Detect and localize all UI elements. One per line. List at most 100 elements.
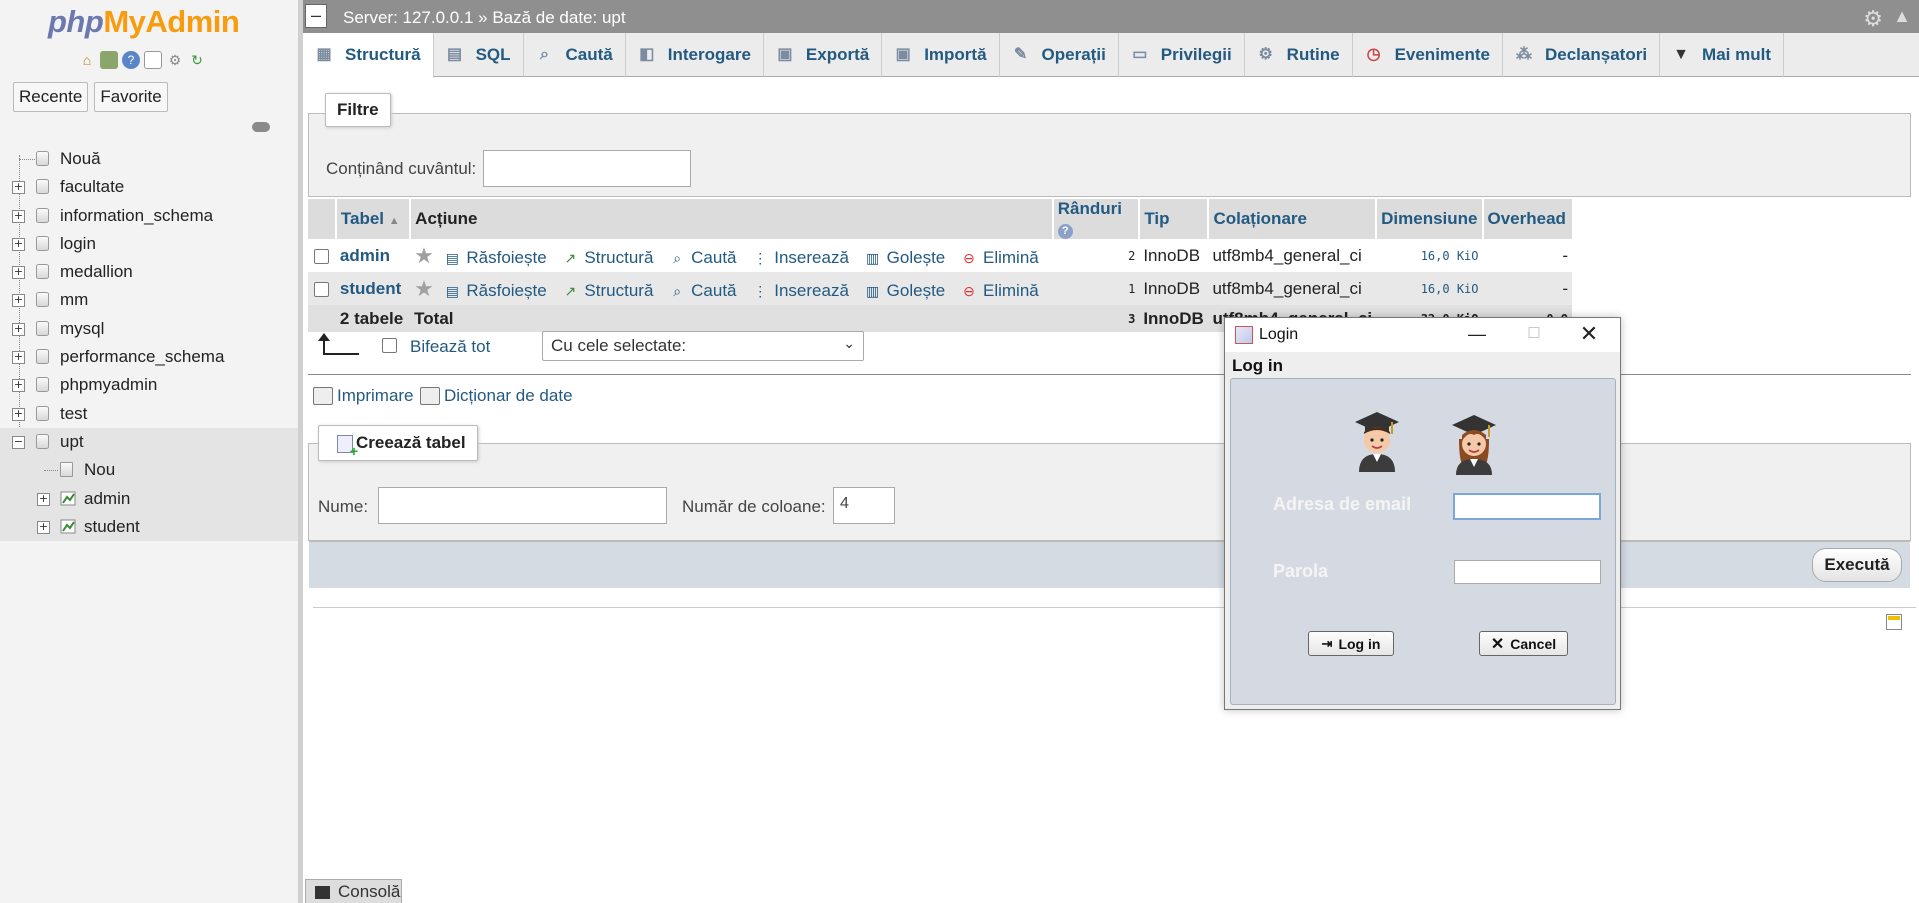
collapse-nav-button[interactable]: – [305, 4, 327, 28]
database-label[interactable]: upt [60, 432, 84, 452]
browse-action[interactable]: ▤ Răsfoiește [443, 248, 547, 268]
help-icon[interactable]: ? [1057, 224, 1073, 239]
tab-operations[interactable]: ✎ Operații [1000, 33, 1119, 77]
breadcrumb[interactable]: Server: 127.0.0.1 » Bază de date: upt [343, 8, 626, 28]
drop-action[interactable]: ⊖ Elimină [960, 281, 1039, 301]
collapse-icon[interactable]: − [12, 435, 25, 449]
table-label[interactable]: student [84, 517, 140, 537]
tree-item-database[interactable]: + login [0, 230, 298, 258]
col-rows-header[interactable]: Rânduri ? [1052, 199, 1141, 239]
sidebar-resizer[interactable] [298, 0, 303, 903]
col-collation-header[interactable]: Colaționare [1208, 199, 1378, 239]
tab-import[interactable]: ▣ Importă [882, 33, 1000, 77]
login-button[interactable]: ⇥ Log in [1308, 631, 1394, 656]
email-field[interactable] [1453, 493, 1601, 520]
row-checkbox[interactable] [314, 248, 330, 264]
tree-item-new-table[interactable]: Nou [0, 456, 298, 485]
tree-item-new-db[interactable]: Nouă [0, 145, 298, 173]
database-label[interactable]: mysql [60, 319, 104, 339]
recent-tab[interactable]: Recente [13, 82, 89, 112]
favorites-tab[interactable]: Favorite [94, 82, 168, 112]
tree-item-table[interactable]: + student [0, 512, 298, 542]
expand-icon[interactable]: + [12, 322, 25, 336]
search-action[interactable]: ⌕ Caută [668, 281, 736, 301]
tab-export[interactable]: ▣ Exportă [764, 33, 883, 77]
docs-icon[interactable] [144, 51, 162, 69]
home-icon[interactable]: ⌂ [78, 51, 96, 69]
tree-item-database[interactable]: + information_schema [0, 202, 298, 230]
tab-triggers[interactable]: ⁂ Declanșatori [1503, 33, 1661, 77]
check-all-label[interactable]: Bifează tot [410, 337, 490, 357]
logout-icon[interactable] [100, 51, 118, 69]
settings-gear-icon[interactable]: ⚙ [1863, 6, 1883, 32]
database-label[interactable]: information_schema [60, 206, 213, 226]
help-icon[interactable]: ? [122, 51, 140, 69]
tab-search[interactable]: ⌕ Caută [524, 33, 626, 77]
expand-icon[interactable]: + [12, 379, 25, 393]
tree-item-database[interactable]: + phpmyadmin [0, 371, 298, 399]
database-label[interactable]: medallion [60, 262, 133, 282]
empty-action[interactable]: ▥ Golește [864, 281, 945, 301]
expand-icon[interactable]: + [12, 351, 25, 365]
expand-icon[interactable]: + [37, 492, 50, 506]
size-cell[interactable]: 16,0 KiO [1376, 272, 1483, 305]
execute-button[interactable]: Execută [1812, 548, 1902, 582]
reload-icon[interactable]: ↻ [188, 51, 206, 69]
with-selected-dropdown[interactable]: Cu cele selectate: ⌄ [542, 331, 864, 361]
favorite-star-icon[interactable]: ★ [414, 243, 434, 268]
password-field[interactable] [1454, 560, 1601, 584]
expand-icon[interactable]: + [12, 181, 25, 195]
scroll-top-icon[interactable]: ▲ [1893, 6, 1911, 27]
close-icon[interactable]: ✕ [1577, 322, 1601, 346]
table-label[interactable]: admin [84, 489, 130, 509]
tab-privileges[interactable]: ▭ Privilegii [1119, 33, 1245, 77]
dialog-titlebar[interactable]: Login — ☐ ✕ [1225, 318, 1620, 352]
favorite-star-icon[interactable]: ★ [414, 276, 434, 301]
tree-item-database[interactable]: + performance_schema [0, 343, 298, 371]
console-toggle[interactable]: Consolă [305, 879, 402, 903]
table-name-link[interactable]: admin [340, 246, 390, 265]
columns-count-input[interactable]: 4 [833, 487, 895, 524]
size-cell[interactable]: 16,0 KiO [1376, 239, 1482, 272]
tree-item-database[interactable]: + mysql [0, 315, 298, 343]
table-name-input[interactable] [378, 487, 667, 524]
database-label[interactable]: mm [60, 290, 88, 310]
expand-icon[interactable]: + [12, 209, 25, 223]
insert-action[interactable]: ⋮ Inserează [751, 281, 849, 301]
expand-icon[interactable]: + [12, 237, 25, 251]
search-action[interactable]: ⌕ Caută [668, 248, 736, 268]
col-type-header[interactable]: Tip [1139, 199, 1210, 239]
settings-icon[interactable]: ⚙ [166, 51, 184, 69]
expand-icon[interactable]: + [12, 266, 25, 280]
table-name-link[interactable]: student [340, 279, 401, 298]
drop-action[interactable]: ⊖ Elimină [960, 248, 1039, 268]
expand-icon[interactable]: + [12, 294, 25, 308]
tab-structure[interactable]: ▦ Structură [303, 33, 434, 78]
tree-label-new[interactable]: Nouă [60, 149, 101, 169]
tab-events[interactable]: ◷ Evenimente [1353, 33, 1503, 77]
database-label[interactable]: login [60, 234, 96, 254]
tree-item-table[interactable]: + admin [0, 484, 298, 513]
filter-input[interactable] [483, 150, 691, 187]
database-label[interactable]: facultate [60, 177, 124, 197]
empty-action[interactable]: ▥ Golește [864, 248, 945, 268]
cancel-button[interactable]: ✕ Cancel [1479, 631, 1568, 656]
database-label[interactable]: phpmyadmin [60, 375, 157, 395]
structure-action[interactable]: ↗ Structură [561, 281, 654, 301]
tree-item-database[interactable]: + facultate [0, 173, 298, 201]
insert-action[interactable]: ⋮ Inserează [751, 248, 849, 268]
database-label[interactable]: performance_schema [60, 347, 224, 367]
tab-query[interactable]: ◧ Interogare [626, 33, 764, 77]
database-label[interactable]: test [60, 404, 87, 424]
check-all-checkbox[interactable] [382, 338, 397, 353]
minimize-icon[interactable]: — [1465, 322, 1489, 346]
tree-item-database-selected[interactable]: − upt [0, 427, 298, 457]
phpmyadmin-logo[interactable]: phpMyAdmin [48, 4, 240, 40]
expand-icon[interactable]: + [12, 407, 25, 421]
col-table-header[interactable]: Tabel ▲ [335, 199, 412, 239]
tree-item-database[interactable]: + mm [0, 286, 298, 314]
tab-more[interactable]: ▼ Mai mult [1660, 33, 1784, 77]
browse-action[interactable]: ▤ Răsfoiește [443, 281, 547, 301]
link-with-main-icon[interactable] [252, 122, 270, 132]
print-link[interactable]: Imprimare [313, 386, 414, 406]
